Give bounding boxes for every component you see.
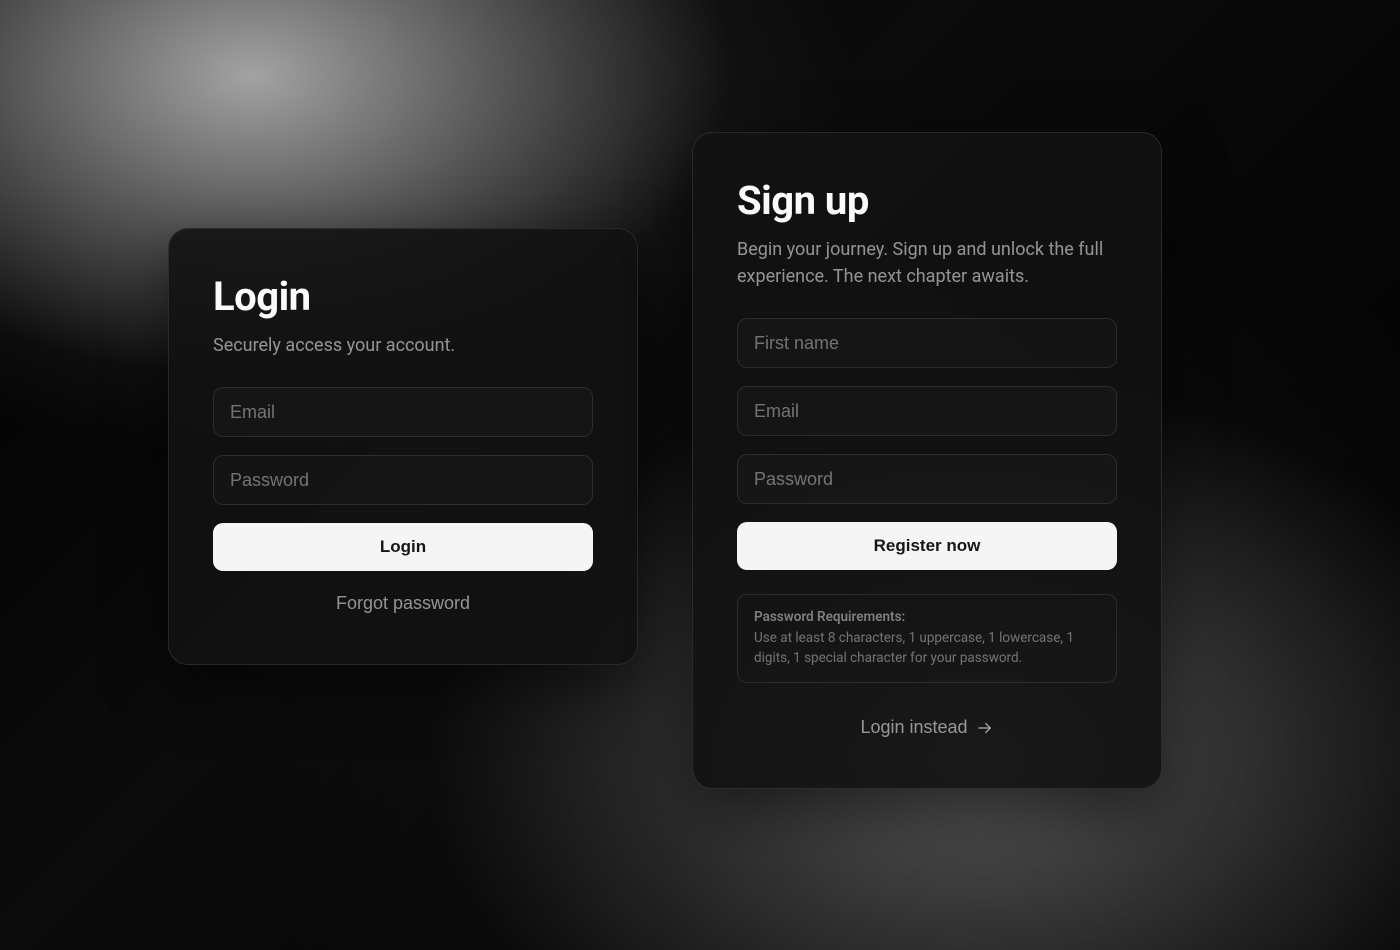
signup-title: Sign up xyxy=(737,177,1117,224)
signup-password-input[interactable] xyxy=(737,454,1117,504)
login-title: Login xyxy=(213,273,593,320)
login-instead-link[interactable]: Login instead xyxy=(737,711,1117,744)
password-requirements-text: Use at least 8 characters, 1 uppercase, … xyxy=(754,629,1100,668)
password-requirements-box: Password Requirements: Use at least 8 ch… xyxy=(737,594,1117,683)
signup-subtitle: Begin your journey. Sign up and unlock t… xyxy=(737,236,1117,290)
forgot-password-link[interactable]: Forgot password xyxy=(213,587,593,620)
signup-submit-button[interactable]: Register now xyxy=(737,522,1117,570)
signup-card: Sign up Begin your journey. Sign up and … xyxy=(692,132,1162,789)
signup-email-input[interactable] xyxy=(737,386,1117,436)
login-password-input[interactable] xyxy=(213,455,593,505)
login-subtitle: Securely access your account. xyxy=(213,332,593,359)
arrow-right-icon xyxy=(976,719,994,737)
login-instead-label: Login instead xyxy=(860,717,967,738)
login-email-input[interactable] xyxy=(213,387,593,437)
login-card: Login Securely access your account. Logi… xyxy=(168,228,638,665)
login-submit-button[interactable]: Login xyxy=(213,523,593,571)
signup-firstname-input[interactable] xyxy=(737,318,1117,368)
password-requirements-title: Password Requirements: xyxy=(754,609,1100,625)
